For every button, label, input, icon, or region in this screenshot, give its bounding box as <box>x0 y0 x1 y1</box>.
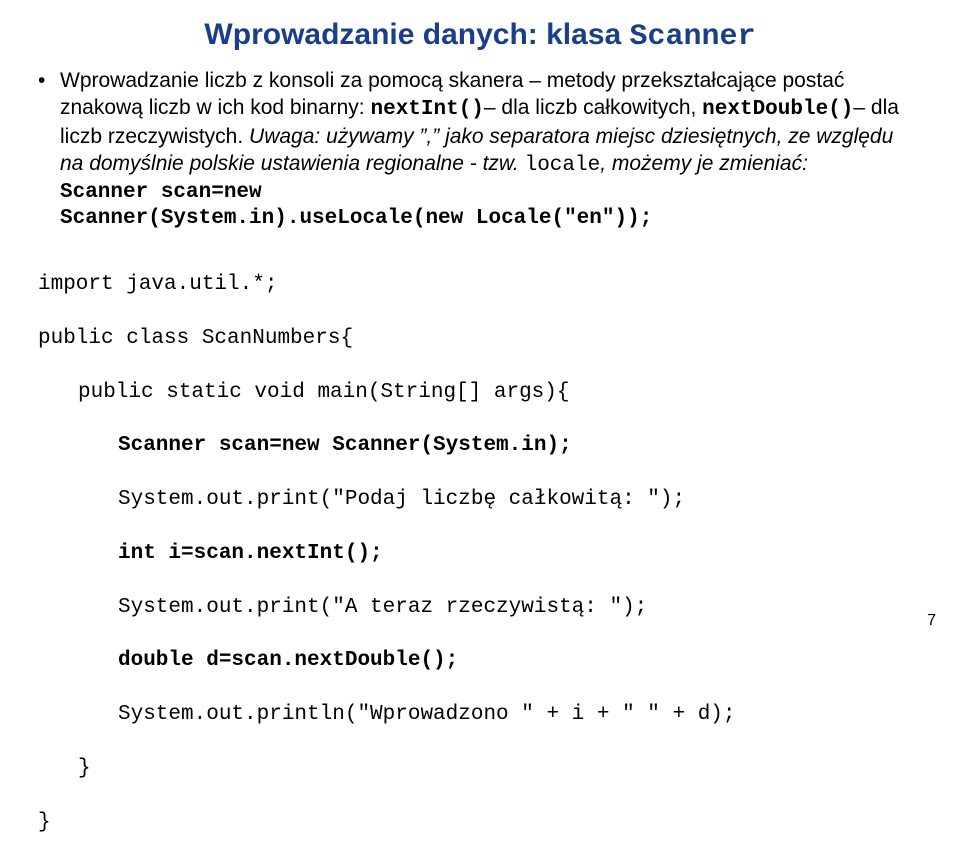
page-number: 7 <box>927 612 936 630</box>
code-inline: nextInt() <box>370 98 483 121</box>
italic-segment: , możemy je zmieniać: <box>600 152 808 175</box>
code-line: System.out.print(″A teraz rzeczywistą: ″… <box>38 595 922 622</box>
code-line: System.out.println(″Wprowadzono ″ + i + … <box>38 702 922 729</box>
code-inline: nextDouble() <box>702 98 853 121</box>
code-inline: locale <box>525 154 601 177</box>
code-line: public static void main(String[] args){ <box>38 380 922 407</box>
code-line: Scanner scan=new <box>60 180 922 207</box>
code-line: Scanner scan=new Scanner(System.in); <box>38 433 922 460</box>
code-line: import java.util.*; <box>38 272 922 299</box>
body-content: • Wprowadzanie liczb z konsoli za pomocą… <box>38 68 922 233</box>
bullet-marker: • <box>38 68 60 233</box>
bullet-text: Wprowadzanie liczb z konsoli za pomocą s… <box>60 68 922 233</box>
code-line: System.out.print(″Podaj liczbę całkowitą… <box>38 487 922 514</box>
code-line: } <box>38 810 922 837</box>
bullet-item: • Wprowadzanie liczb z konsoli za pomocą… <box>38 68 922 233</box>
text-segment: – dla liczb całkowitych, <box>484 96 702 119</box>
code-line: double d=scan.nextDouble(); <box>38 648 922 675</box>
code-block: import java.util.*; public class ScanNum… <box>38 245 922 863</box>
code-line: public class ScanNumbers{ <box>38 326 922 353</box>
code-line: int i=scan.nextInt(); <box>38 541 922 568</box>
title-text: Wprowadzanie danych: klasa <box>204 18 629 51</box>
title-code: Scanner <box>630 20 756 54</box>
slide-title: Wprowadzanie danych: klasa Scanner <box>38 18 922 54</box>
code-line: } <box>38 756 922 783</box>
code-line: Scanner(System.in).useLocale(new Locale(… <box>60 206 922 233</box>
